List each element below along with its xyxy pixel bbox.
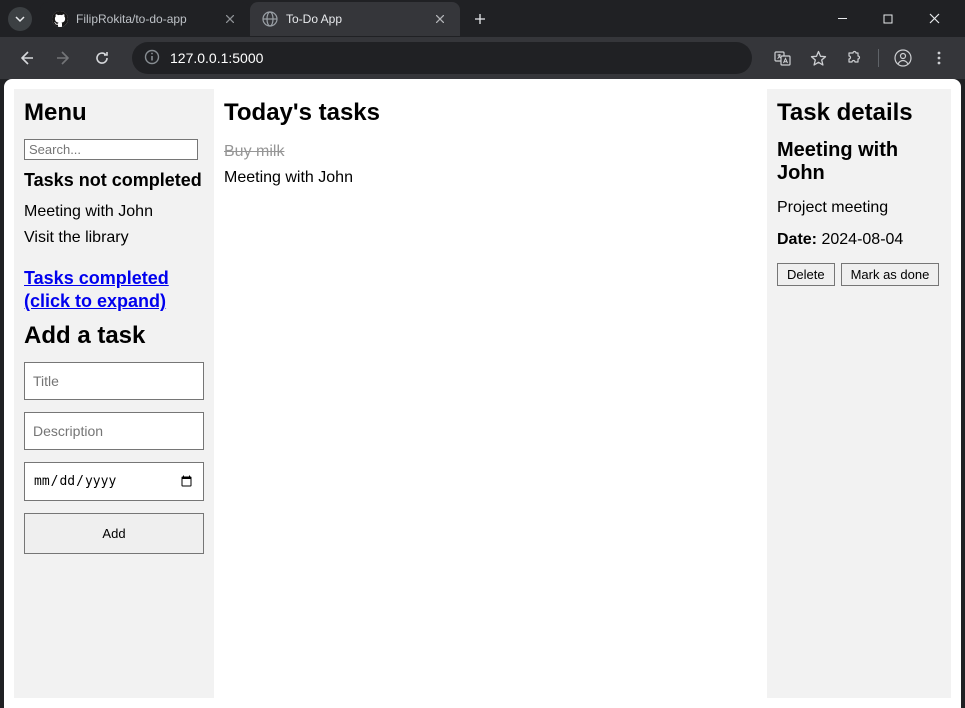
detail-date: Date: 2024-08-04 (777, 231, 941, 249)
star-icon (810, 50, 827, 67)
detail-title: Meeting with John (777, 139, 941, 185)
plus-icon (474, 13, 486, 25)
close-icon (436, 15, 444, 23)
close-icon (226, 15, 234, 23)
sidebar-right: Task details Meeting with John Project m… (767, 89, 951, 698)
tab-github[interactable]: FilipRokita/to-do-app (40, 2, 250, 36)
menu-heading: Menu (24, 99, 204, 127)
add-task-heading: Add a task (24, 322, 204, 350)
tab-close-button[interactable] (432, 11, 448, 27)
today-tasks-list: Buy milk Meeting with John (224, 143, 757, 187)
forward-button[interactable] (48, 42, 80, 74)
completed-toggle[interactable]: Tasks completed (click to expand) (24, 267, 204, 314)
sidebar-left: Menu Tasks not completed Meeting with Jo… (14, 89, 214, 698)
delete-button[interactable]: Delete (777, 263, 835, 286)
tab-bar: FilipRokita/to-do-app To-Do App (0, 0, 965, 37)
maximize-icon (883, 14, 893, 24)
title-field[interactable] (24, 362, 204, 400)
new-tab-button[interactable] (466, 5, 494, 33)
bookmark-button[interactable] (802, 42, 834, 74)
info-icon[interactable] (144, 49, 160, 68)
minimize-button[interactable] (819, 3, 865, 35)
globe-icon (262, 11, 278, 27)
url-text: 127.0.0.1:5000 (170, 50, 263, 66)
profile-icon (894, 49, 912, 67)
tab-search-button[interactable] (8, 7, 32, 31)
more-vertical-icon (931, 50, 947, 66)
close-window-button[interactable] (911, 3, 957, 35)
toolbar-actions (766, 42, 955, 74)
browser-toolbar: 127.0.0.1:5000 (0, 37, 965, 79)
close-icon (929, 13, 940, 24)
not-completed-heading: Tasks not completed (24, 170, 204, 191)
tab-title: FilipRokita/to-do-app (76, 12, 214, 26)
not-completed-list: Meeting with John Visit the library (24, 203, 204, 247)
toolbar-separator (878, 49, 879, 67)
back-button[interactable] (10, 42, 42, 74)
translate-icon (774, 50, 791, 67)
list-item[interactable]: Buy milk (224, 143, 757, 161)
mark-done-button[interactable]: Mark as done (841, 263, 940, 286)
description-field[interactable] (24, 412, 204, 450)
address-bar[interactable]: 127.0.0.1:5000 (132, 42, 752, 74)
reload-icon (94, 50, 110, 66)
puzzle-icon (846, 50, 862, 66)
date-label: Date: (777, 231, 817, 248)
tab-close-button[interactable] (222, 11, 238, 27)
detail-buttons: Delete Mark as done (777, 263, 941, 286)
app-layout: Menu Tasks not completed Meeting with Jo… (4, 79, 961, 708)
list-item[interactable]: Meeting with John (24, 203, 204, 221)
reload-button[interactable] (86, 42, 118, 74)
search-input[interactable] (24, 139, 198, 160)
details-heading: Task details (777, 99, 941, 127)
today-heading: Today's tasks (224, 99, 757, 127)
extensions-button[interactable] (838, 42, 870, 74)
page-content: Menu Tasks not completed Meeting with Jo… (4, 79, 961, 708)
list-item[interactable]: Visit the library (24, 229, 204, 247)
tab-todo-app[interactable]: To-Do App (250, 2, 460, 36)
detail-description: Project meeting (777, 199, 941, 217)
window-controls (819, 3, 957, 35)
maximize-button[interactable] (865, 3, 911, 35)
profile-button[interactable] (887, 42, 919, 74)
add-button[interactable]: Add (24, 513, 204, 554)
github-icon (52, 11, 68, 27)
translate-button[interactable] (766, 42, 798, 74)
tab-title: To-Do App (286, 12, 424, 26)
date-value: 2024-08-04 (821, 231, 903, 248)
main-panel: Today's tasks Buy milk Meeting with John (224, 89, 757, 698)
add-task-form: Add (24, 362, 204, 554)
date-field[interactable] (24, 462, 204, 501)
browser-chrome: FilipRokita/to-do-app To-Do App (0, 0, 965, 79)
minimize-icon (837, 13, 848, 24)
arrow-left-icon (18, 50, 34, 66)
list-item[interactable]: Meeting with John (224, 169, 757, 187)
arrow-right-icon (56, 50, 72, 66)
chevron-down-icon (14, 13, 26, 25)
menu-button[interactable] (923, 42, 955, 74)
